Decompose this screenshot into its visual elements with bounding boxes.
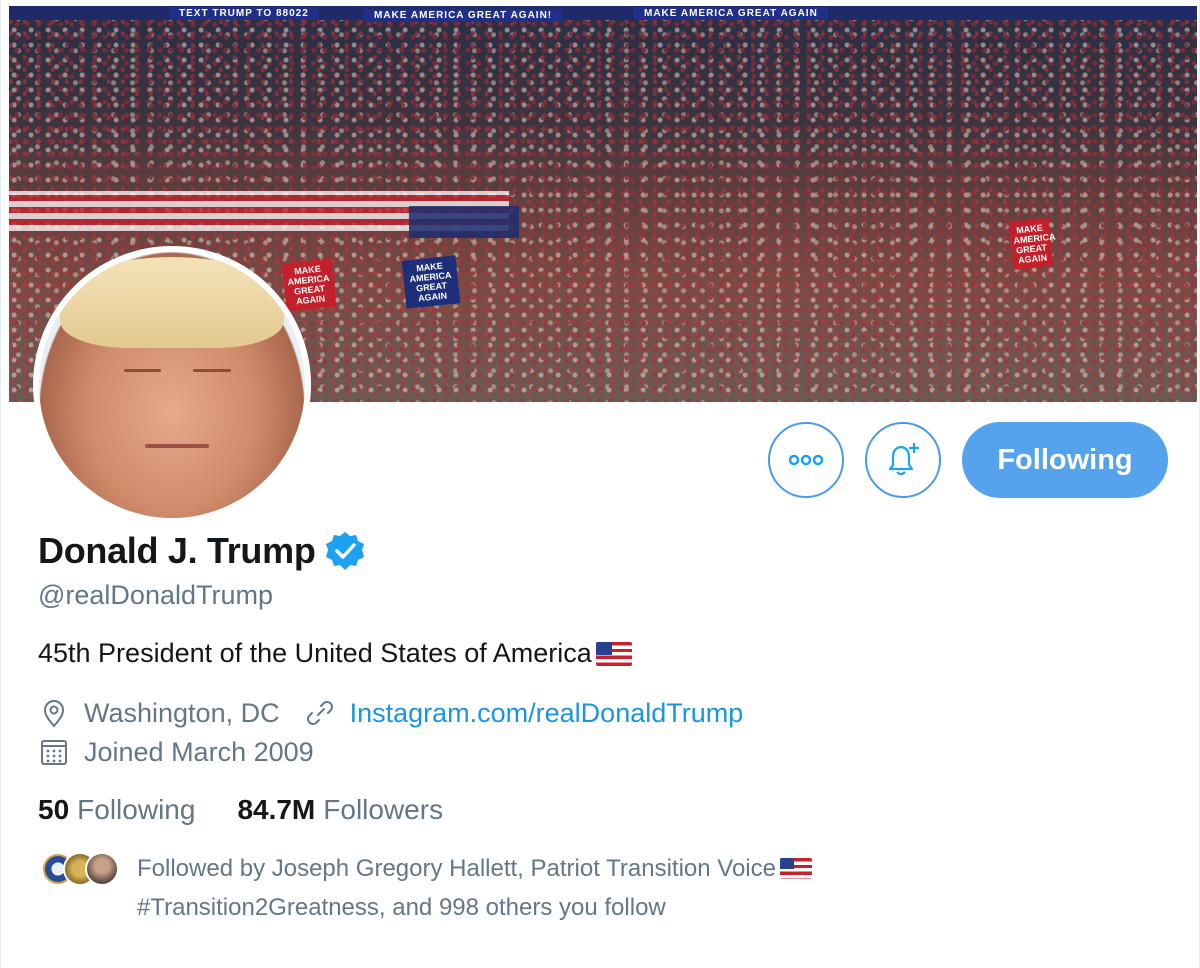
following-stat[interactable]: 50 Following: [38, 794, 195, 826]
link-icon: [306, 701, 333, 725]
bio: 45th President of the United States of A…: [38, 638, 632, 669]
avatar-mouth: [145, 443, 210, 448]
more-horizontal-icon: [788, 454, 824, 466]
rally-sign: MAKE AMERICA GREAT AGAIN: [1008, 218, 1056, 270]
follower-avatar: [85, 852, 119, 886]
calendar-icon: [41, 740, 67, 765]
profile-meta-row: Washington, DC Instagram.com/realDonaldT…: [38, 697, 743, 729]
display-name: Donald J. Trump: [38, 530, 316, 571]
following-count: 50: [38, 794, 70, 825]
location-text: Washington, DC: [84, 697, 280, 728]
ribbon-text-left: TEXT TRUMP TO 88022: [169, 7, 319, 20]
avatar-eye-right: [193, 369, 231, 373]
rally-sign: MAKE AMERICA GREAT AGAIN: [281, 258, 337, 312]
user-handle: @realDonaldTrump: [38, 580, 273, 610]
avatar-photo: [39, 252, 305, 518]
following-label: Following: [77, 794, 196, 825]
website-link[interactable]: Instagram.com/realDonaldTrump: [350, 698, 744, 729]
us-flag-icon: [779, 858, 812, 879]
bio-text: 45th President of the United States of A…: [38, 638, 592, 668]
avatar-eye-left: [124, 369, 162, 373]
ribbon-text-right: MAKE AMERICA GREAT AGAIN: [634, 7, 828, 20]
us-flag-icon: [595, 641, 632, 666]
follow-stats: 50 Following 84.7M Followers: [38, 794, 443, 826]
followed-by-line2: #Transition2Greatness, and 998 others yo…: [137, 894, 666, 921]
joined-text: Joined March 2009: [84, 736, 314, 767]
verified-badge-icon: [325, 532, 364, 570]
followers-label: Followers: [323, 794, 444, 825]
followers-stat[interactable]: 84.7M Followers: [237, 794, 443, 826]
followers-count: 84.7M: [237, 794, 316, 825]
bell-plus-icon: [888, 443, 919, 476]
followed-by-line1: Followed by Joseph Gregory Hallett, Patr…: [137, 855, 776, 882]
name-row: Donald J. Trump: [38, 530, 366, 572]
notifications-button[interactable]: [865, 422, 941, 498]
more-options-button[interactable]: [768, 422, 844, 498]
followed-by-text: Followed by Joseph Gregory Hallett, Patr…: [137, 849, 812, 927]
ribbon-text-mid: MAKE AMERICA GREAT AGAIN!: [364, 9, 563, 22]
location-icon: [43, 700, 65, 728]
followed-by[interactable]: Followed by Joseph Gregory Hallett, Patr…: [41, 852, 812, 927]
rally-sign: MAKE AMERICA GREAT AGAIN: [401, 255, 461, 309]
profile-page: TEXT TRUMP TO 88022 MAKE AMERICA GREAT A…: [0, 0, 1200, 968]
follower-avatars: [41, 852, 121, 888]
podium: [409, 206, 519, 238]
joined-row: Joined March 2009: [38, 736, 314, 768]
profile-avatar[interactable]: [33, 246, 311, 524]
avatar-hair: [60, 257, 284, 348]
following-button[interactable]: Following: [962, 422, 1168, 498]
